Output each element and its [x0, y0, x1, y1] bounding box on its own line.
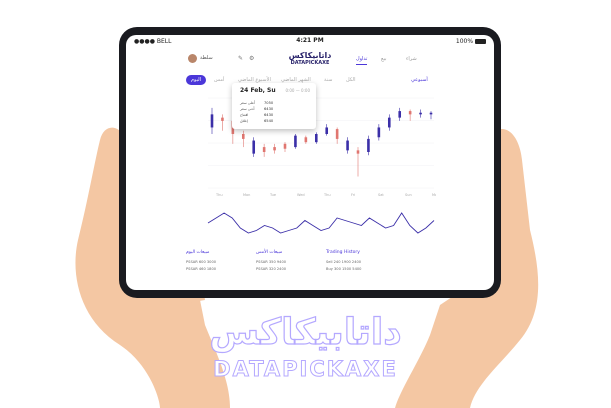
- candle-body[interactable]: [252, 140, 256, 154]
- table-title: مبيعات اليوم: [186, 250, 210, 255]
- volume-line: [207, 212, 435, 234]
- candle-body[interactable]: [314, 134, 318, 143]
- tab-sell[interactable]: بيع: [381, 56, 387, 62]
- logo-arabic: داتابيكاكس: [288, 51, 332, 60]
- x-tick-label: Fri: [351, 193, 355, 197]
- user-name: سلطة: [200, 55, 213, 61]
- table-row: PSSAR 320 2400: [256, 267, 287, 271]
- tooltip-row: أدنى سعر 6430: [240, 107, 274, 111]
- candle-body[interactable]: [241, 134, 245, 139]
- table-row: Sell 240 1900 2400: [326, 260, 362, 264]
- x-tick-label: Wed: [297, 193, 305, 197]
- candle-body[interactable]: [335, 129, 339, 139]
- candle-body[interactable]: [387, 117, 391, 128]
- candle-body[interactable]: [273, 147, 276, 151]
- filter-year[interactable]: سنة: [324, 77, 332, 83]
- settings-icon[interactable]: ⚙: [249, 55, 260, 62]
- candle-body[interactable]: [294, 135, 297, 148]
- candle-body[interactable]: [262, 147, 266, 152]
- avatar[interactable]: [188, 54, 197, 63]
- status-time: 4:21 PM: [296, 37, 324, 44]
- x-tick-label: Sun: [405, 193, 412, 197]
- battery-icon: [475, 39, 486, 44]
- brand-logo-english: DATAPICKAXE: [213, 357, 398, 382]
- tooltip-time: 0:00 — 0:00: [285, 88, 310, 93]
- x-tick-label: Monday: [432, 193, 436, 197]
- tooltip-row: افتتاح 6430: [240, 113, 274, 117]
- x-tick-label: Tue: [269, 193, 276, 197]
- candle-body[interactable]: [429, 112, 433, 115]
- candle-body[interactable]: [377, 127, 381, 138]
- candle-body[interactable]: [325, 127, 329, 134]
- candle-body[interactable]: [210, 114, 214, 128]
- tooltip-row: إغلاق 6540: [240, 119, 274, 123]
- tab-buy[interactable]: شراء: [406, 56, 417, 62]
- chart-tooltip: 24 Feb, Su 0:00 — 0:00 أعلى سعر 7050 أدنى…: [232, 83, 316, 129]
- table-row: Buy 300 1500 5400: [326, 267, 362, 271]
- x-tick-label: Thu: [215, 193, 223, 197]
- logo-english: DATAPICKAXE: [290, 60, 330, 66]
- candle-body[interactable]: [419, 112, 422, 115]
- table-row: PSSAR 460 1800: [186, 267, 217, 271]
- filter-today[interactable]: اليوم: [186, 75, 206, 85]
- table-title: مبيعات الأمس: [256, 250, 283, 255]
- filter-weekly[interactable]: أسبوعي: [411, 77, 428, 83]
- x-tick-label: Mon: [243, 193, 250, 197]
- candle-body[interactable]: [346, 140, 349, 151]
- brand-logo-arabic: داتابيكاكس: [209, 311, 403, 353]
- tab-trade[interactable]: تداول: [356, 56, 368, 65]
- tooltip-title: 24 Feb, Su: [240, 87, 276, 94]
- candle-body[interactable]: [356, 150, 360, 154]
- candle-body[interactable]: [367, 138, 370, 152]
- candle-body[interactable]: [304, 137, 308, 143]
- candle-body[interactable]: [408, 111, 412, 115]
- x-tick-label: Thu: [323, 193, 331, 197]
- edit-icon[interactable]: ✎: [238, 55, 249, 62]
- status-battery: 100%: [456, 38, 486, 45]
- filter-yesterday[interactable]: أمس: [214, 77, 224, 83]
- x-tick-label: Sat: [378, 193, 384, 197]
- table-title: Trading History: [326, 250, 360, 255]
- candle-body[interactable]: [398, 111, 402, 118]
- filter-all[interactable]: الكل: [346, 77, 355, 83]
- table-row: PSSAR 600 3000: [186, 260, 217, 264]
- table-row: PSSAR 350 9400: [256, 260, 287, 264]
- candle-body[interactable]: [221, 117, 224, 121]
- tablet-screen: ●●●● BELL 4:21 PM 100% سلطة ✎⚙ داتابيكاك…: [126, 35, 494, 290]
- candle-body[interactable]: [283, 143, 287, 149]
- app-header: سلطة ✎⚙ داتابيكاكس DATAPICKAXE تداول بيع…: [186, 49, 434, 71]
- trading-tables: مبيعات اليوم PSSAR 600 3000 PSSAR 460 1800…: [186, 250, 486, 290]
- tooltip-row: أعلى سعر 7050: [240, 101, 274, 105]
